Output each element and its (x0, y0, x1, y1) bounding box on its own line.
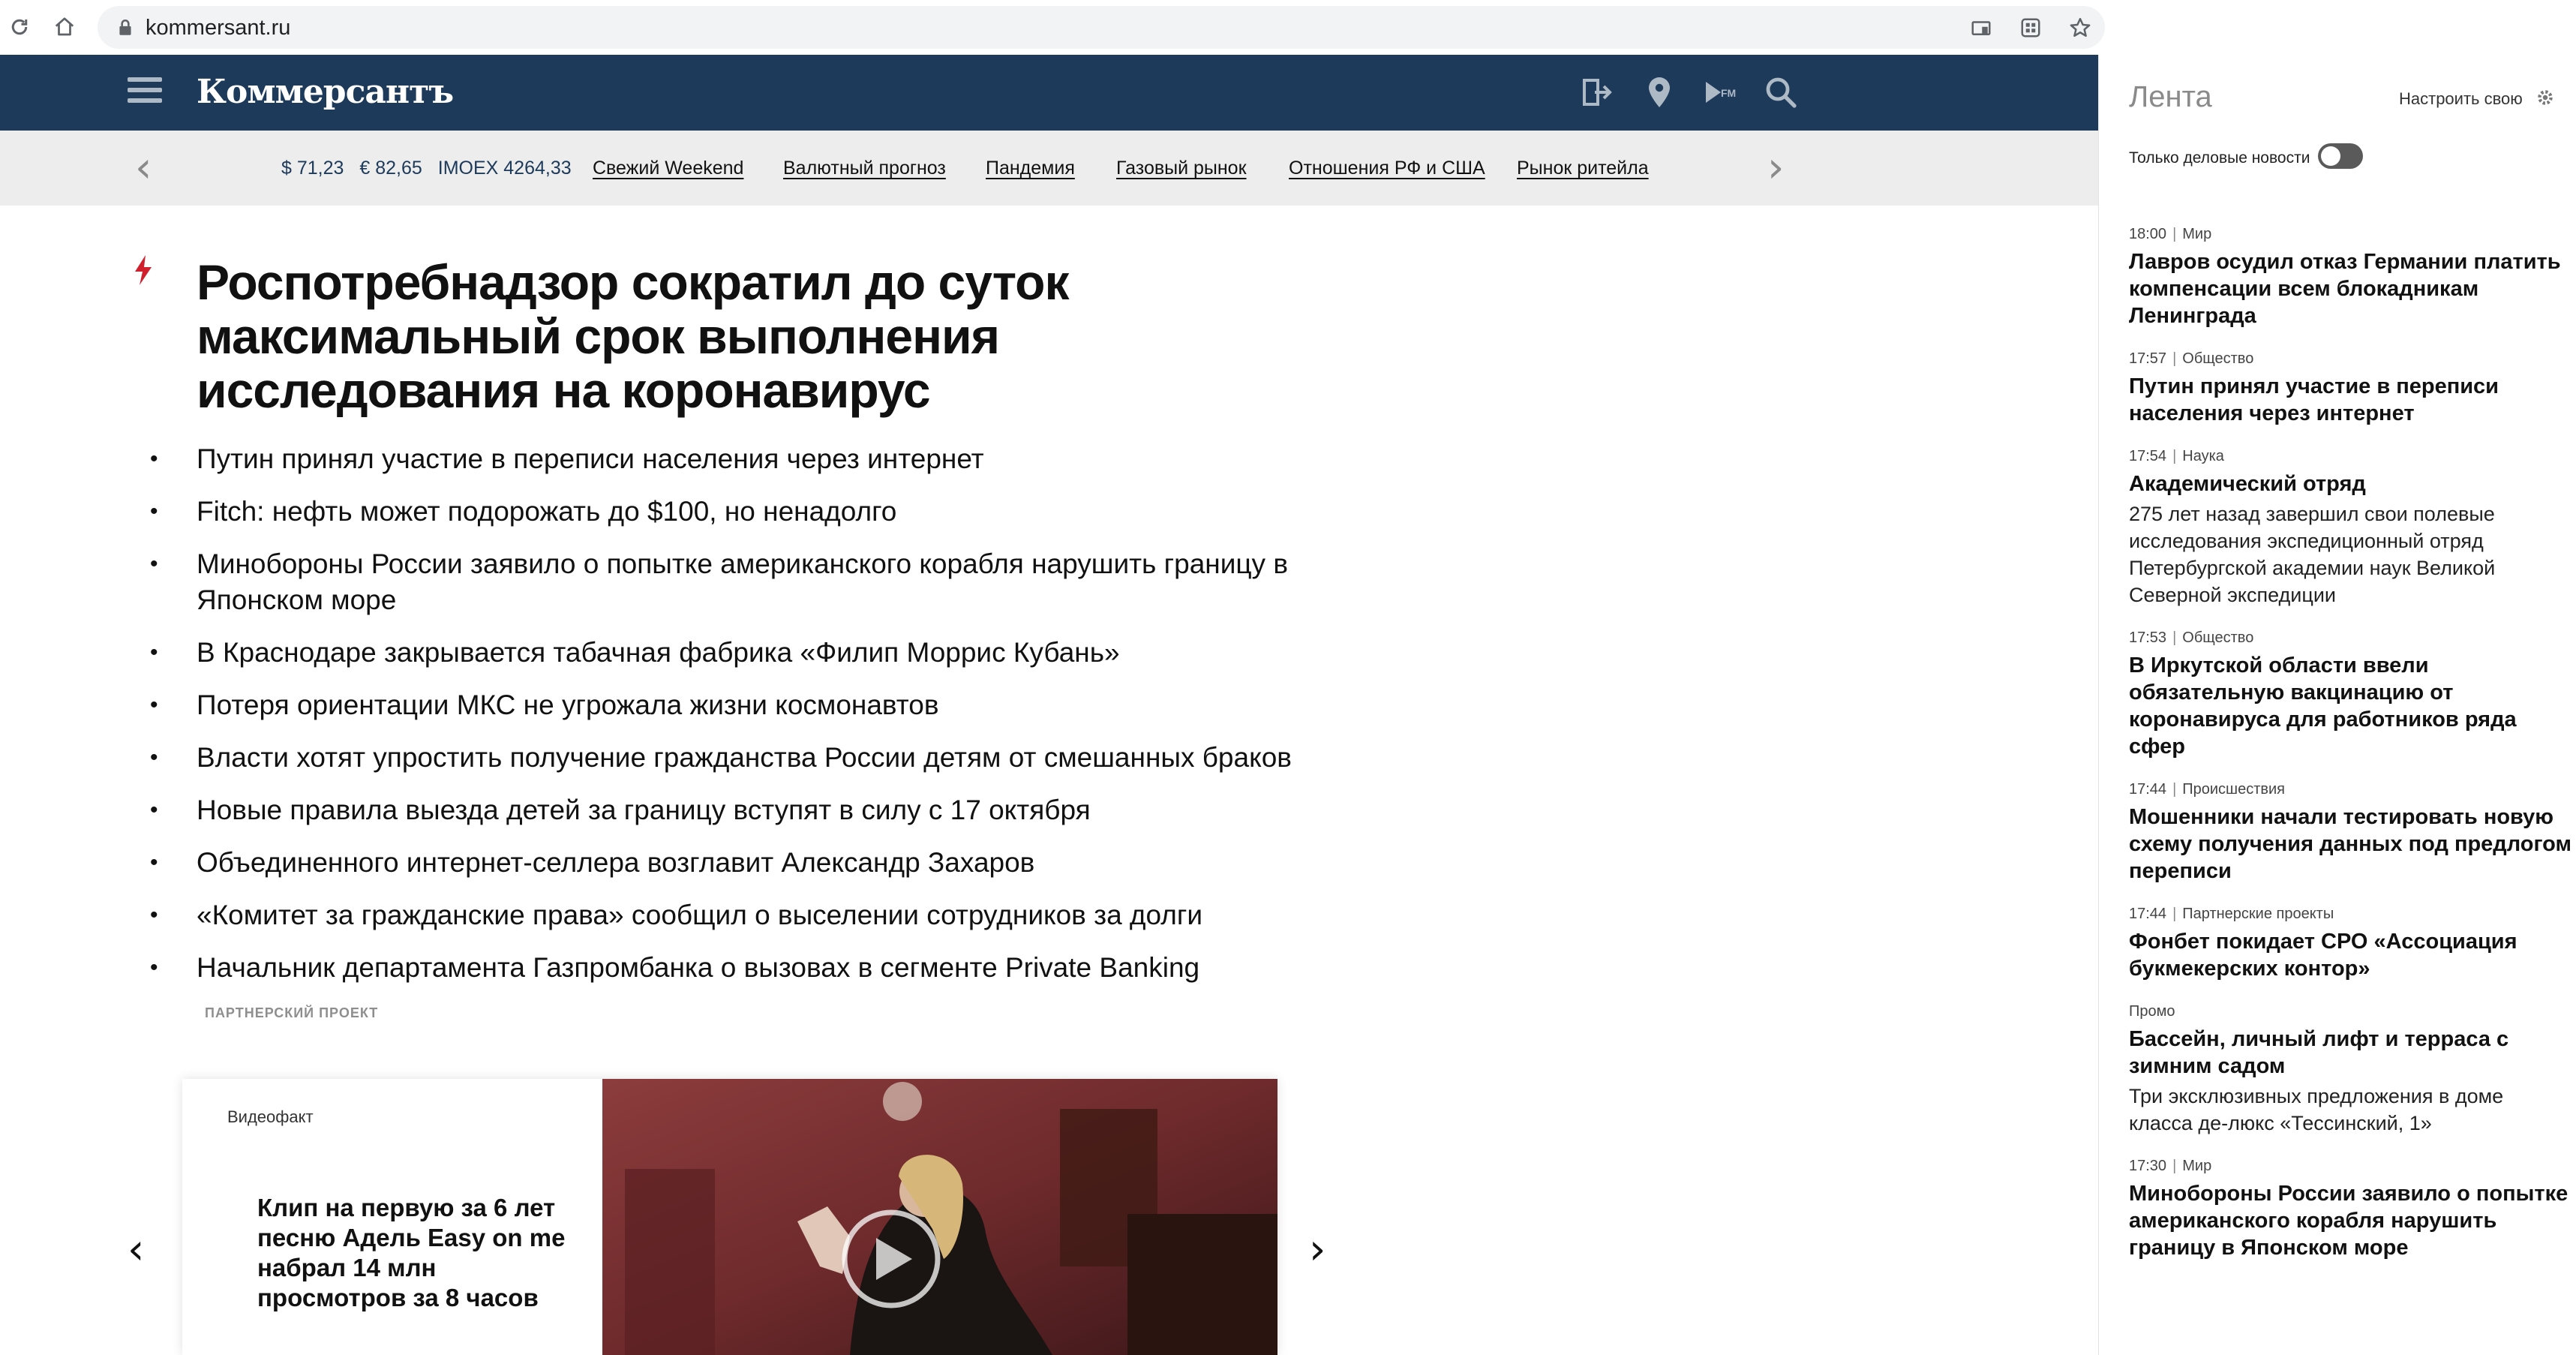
feed-item-description[interactable]: 275 лет назад завершил свои полевые иссл… (2129, 500, 2571, 608)
main-headline[interactable]: Роспотребнадзор сократил до суток максим… (197, 255, 1082, 417)
news-item[interactable]: «Комитет за гражданские права» сообщил о… (150, 897, 1320, 933)
feed-item-title[interactable]: Фонбет покидает СРО «Ассоциация букмекер… (2129, 928, 2571, 982)
ticker-tag[interactable]: Валютный прогноз (783, 156, 946, 180)
video-thumbnail[interactable] (602, 1079, 1277, 1355)
ticker-bar: ‹ $ 71,23 € 82,65 IMOEX 4264,33 Свежий W… (0, 131, 2098, 206)
ticker-tag[interactable]: Свежий Weekend (593, 156, 743, 180)
extension-icon[interactable] (2019, 17, 2042, 39)
search-icon[interactable] (1763, 74, 1799, 110)
news-item[interactable]: Новые правила выезда детей за границу вс… (150, 792, 1320, 828)
news-item[interactable]: Fitch: нефть может подорожать до $100, н… (150, 494, 1320, 530)
only-business-toggle[interactable] (2318, 143, 2363, 169)
feed-item-title[interactable]: Минобороны России заявило о попытке амер… (2129, 1180, 2571, 1261)
carousel-prev-arrow[interactable]: ‹ (128, 1229, 144, 1271)
reload-icon[interactable] (3, 11, 36, 44)
feed-item-section[interactable]: Общество (2182, 350, 2253, 367)
ticker-prev-arrow[interactable]: ‹ (135, 147, 152, 189)
ticker-tag[interactable]: Отношения РФ и США (1289, 156, 1485, 180)
eur-rate[interactable]: € 82,65 (359, 158, 422, 179)
feed-item-title[interactable]: В Иркутской области ввели обязательную в… (2129, 652, 2571, 760)
video-card[interactable]: Видеофакт Клип на первую за 6 лет песню … (182, 1079, 1277, 1355)
feed-item-time: 17:54 (2129, 448, 2167, 464)
feed-item-time: 18:00 (2129, 226, 2167, 242)
news-item[interactable]: Потеря ориентации МКС не угрожала жизни … (150, 687, 1320, 723)
feed-configure-link[interactable]: Настроить свою (2399, 89, 2523, 109)
feed-item-title[interactable]: Путин принял участие в переписи населени… (2129, 373, 2571, 427)
feed-item-time: 17:30 (2129, 1158, 2167, 1174)
feed-item-title[interactable]: Лавров осудил отказ Германии платить ком… (2129, 248, 2571, 329)
feed-item-section[interactable]: Мир (2182, 1158, 2211, 1174)
feed-item-time: 17:53 (2129, 629, 2167, 646)
feed-item-section[interactable]: Общество (2182, 629, 2253, 646)
only-business-label: Только деловые новости (2129, 149, 2310, 167)
ticker-tag[interactable]: Пандемия (986, 156, 1075, 180)
feed-item-time: 17:57 (2129, 350, 2167, 367)
carousel-next-arrow[interactable]: › (1309, 1229, 1326, 1271)
address-bar[interactable]: kommersant.ru (98, 6, 2105, 49)
feed-item-section[interactable]: Партнерские проекты (2182, 906, 2334, 922)
feed-item[interactable]: Промо Бассейн, личный лифт и терраса с з… (2129, 1002, 2571, 1137)
feed-item-description[interactable]: Три эксклюзивных предложения в доме клас… (2129, 1083, 2571, 1137)
feed-item-title[interactable]: Академический отряд (2129, 470, 2571, 497)
feed-item[interactable]: 17:30 | Мир Минобороны России заявило о по… (2129, 1156, 2571, 1261)
news-item[interactable]: Минобороны России заявило о попытке амер… (150, 546, 1320, 618)
news-item[interactable]: Власти хотят упростить получение граждан… (150, 740, 1320, 776)
news-item[interactable]: Путин принял участие в переписи населени… (150, 441, 1320, 477)
video-label: Видеофакт (227, 1107, 314, 1126)
currency-rates[interactable]: $ 71,23 € 82,65 IMOEX 4264,33 (281, 156, 582, 180)
feed-title: Лента (2129, 80, 2212, 113)
ticker-tag[interactable]: Рынок ритейла (1517, 156, 1649, 180)
news-list: Путин принял участие в переписи населени… (150, 441, 1320, 1002)
gear-icon[interactable] (2535, 88, 2555, 107)
lock-icon (116, 18, 135, 38)
feed-item-section: Промо (2129, 1003, 2175, 1020)
news-item[interactable]: В Краснодаре закрывается табачная фабрик… (150, 635, 1320, 671)
feed-item[interactable]: 17:53 | Общество В Иркутской области ввели… (2129, 628, 2571, 760)
menu-hamburger-icon[interactable] (128, 77, 162, 107)
bookmark-star-icon[interactable] (2069, 17, 2091, 39)
imoex-index[interactable]: IMOEX 4264,33 (438, 158, 572, 179)
svg-text:FM: FM (1721, 87, 1736, 99)
cast-icon[interactable] (1970, 17, 1992, 39)
feed-list: 18:00 | Мир Лавров осудил отказ Германии п… (2129, 224, 2571, 1281)
feed-item-time: 17:44 (2129, 906, 2167, 922)
home-icon[interactable] (48, 11, 81, 44)
radio-fm-icon[interactable]: FM (1701, 74, 1737, 110)
feed-item[interactable]: 18:00 | Мир Лавров осудил отказ Германии п… (2129, 224, 2571, 329)
video-title[interactable]: Клип на первую за 6 лет песню Адель Easy… (257, 1193, 580, 1313)
usd-rate[interactable]: $ 71,23 (281, 158, 344, 179)
partner-project-label: ПАРТНЕРСКИЙ ПРОЕКТ (205, 1005, 379, 1020)
feed-item-section[interactable]: Мир (2182, 226, 2211, 242)
ticker-next-arrow[interactable]: › (1767, 147, 1784, 189)
feed-item-title[interactable]: Мошенники начали тестировать новую схему… (2129, 804, 2571, 885)
url-text[interactable]: kommersant.ru (146, 14, 290, 42)
news-item[interactable]: Объединенного интернет-селлера возглавит… (150, 845, 1320, 881)
site-logo[interactable]: Коммерсантъ (197, 70, 454, 115)
location-pin-icon[interactable] (1641, 74, 1677, 110)
login-icon[interactable] (1578, 74, 1614, 110)
lightning-icon (132, 255, 155, 285)
feed-item[interactable]: 17:54 | Наука Академический отряд 275 лет … (2129, 446, 2571, 608)
news-feed-panel: Лента Настроить свою Только деловые ново… (2098, 55, 2576, 1355)
news-item[interactable]: Начальник департамента Газпромбанка о вы… (150, 950, 1320, 986)
feed-item-section[interactable]: Происшествия (2182, 781, 2285, 798)
feed-item[interactable]: 17:57 | Общество Путин принял участие в пе… (2129, 349, 2571, 427)
feed-item[interactable]: 17:44 | Партнерские проекты Фонбет покидае… (2129, 904, 2571, 982)
ticker-tag[interactable]: Газовый рынок (1116, 156, 1247, 180)
feed-item-time: 17:44 (2129, 781, 2167, 798)
feed-item-title[interactable]: Бассейн, личный лифт и терраса с зимним … (2129, 1026, 2571, 1080)
browser-toolbar: kommersant.ru (0, 0, 2105, 55)
feed-item[interactable]: 17:44 | Происшествия Мошенники начали тест… (2129, 780, 2571, 885)
feed-item-section[interactable]: Наука (2182, 448, 2224, 464)
site-header: Коммерсантъ FM (0, 55, 2098, 131)
